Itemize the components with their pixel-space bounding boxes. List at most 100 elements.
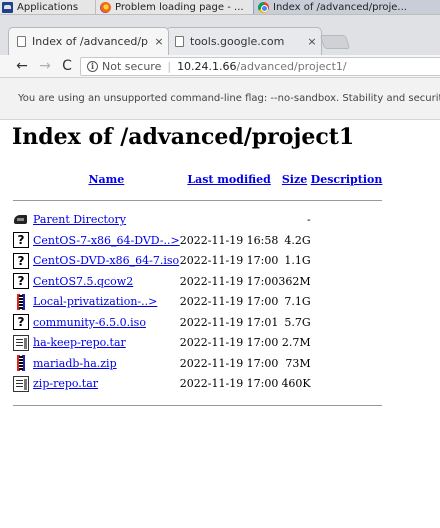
file-link[interactable]: Parent Directory <box>33 213 126 226</box>
file-link[interactable]: community-6.5.0.iso <box>33 316 146 329</box>
url-host: 10.24.1.66 <box>177 60 237 73</box>
file-link[interactable]: zip-repo.tar <box>33 377 98 390</box>
text-file-icon <box>13 375 29 392</box>
row-description <box>311 374 383 395</box>
row-icon-cell <box>13 333 33 354</box>
directory-listing-table: Name Last modified Size Description Pare… <box>13 169 383 415</box>
row-description <box>311 292 383 313</box>
table-header-row: Name Last modified Size Description <box>13 169 382 189</box>
text-file-icon <box>13 334 29 351</box>
row-size: 4.2G <box>284 233 311 247</box>
row-name-cell: zip-repo.tar <box>33 374 180 395</box>
tab-tools-google[interactable]: tools.google.com × <box>166 27 322 55</box>
unknown-file-icon: ? <box>13 314 29 331</box>
file-link[interactable]: Local-privatization-..> <box>33 295 157 308</box>
table-row: mariadb-ha.zip 2022-11-19 17:00 73M <box>13 353 382 374</box>
table-row: zip-repo.tar 2022-11-19 17:00 460K <box>13 374 382 395</box>
row-size: 460K <box>281 377 311 391</box>
row-icon-cell <box>13 374 33 395</box>
info-icon[interactable]: i <box>87 61 98 72</box>
sort-by-name-link[interactable]: Name <box>88 173 124 186</box>
row-size: 5.7G <box>284 315 311 329</box>
back-button[interactable]: ← <box>13 57 31 75</box>
row-icon-cell <box>13 292 33 313</box>
icon-column-header <box>13 169 33 189</box>
row-modified <box>180 210 279 231</box>
taskbar-window-chrome[interactable]: Index of /advanced/proje... <box>253 0 440 14</box>
row-description <box>311 230 383 251</box>
applications-icon <box>2 1 13 13</box>
file-link[interactable]: mariadb-ha.zip <box>33 357 117 370</box>
chrome-icon <box>258 1 269 13</box>
applications-menu[interactable]: Applications <box>2 0 90 14</box>
forward-button[interactable]: → <box>36 57 54 75</box>
row-size: 7.1G <box>284 295 311 309</box>
row-description <box>311 210 383 231</box>
tab-index-of-project1[interactable]: Index of /advanced/p × <box>8 27 169 55</box>
compressed-file-icon <box>13 293 29 310</box>
table-row: ? community-6.5.0.iso 2022-11-19 17:01 5.7G <box>13 312 382 333</box>
row-modified: 2022-11-19 17:00 <box>179 274 279 288</box>
table-divider <box>13 189 383 210</box>
table-divider <box>13 394 383 415</box>
row-modified: 2022-11-19 16:58 <box>179 233 279 247</box>
row-description <box>311 333 383 354</box>
row-icon-cell: ? <box>13 251 33 272</box>
sort-by-modified-link[interactable]: Last modified <box>187 173 271 186</box>
tab-title: tools.google.com <box>190 35 285 48</box>
unknown-file-icon: ? <box>13 232 29 249</box>
row-size: 73M <box>285 356 311 370</box>
row-size: 2.7M <box>281 336 311 350</box>
browser-tab-strip: Index of /advanced/p × tools.google.com … <box>0 15 440 55</box>
address-bar[interactable]: i Not secure | 10.24.1.66 /advanced/proj… <box>80 57 440 76</box>
row-description <box>311 353 383 374</box>
url-path: /advanced/project1/ <box>236 60 347 73</box>
row-name-cell: CentOS-7-x86_64-DVD-..> <box>33 230 180 251</box>
applications-label: Applications <box>17 1 79 13</box>
close-icon[interactable]: × <box>150 35 168 48</box>
compressed-file-icon <box>13 355 29 372</box>
row-name-cell: mariadb-ha.zip <box>33 353 180 374</box>
file-link[interactable]: ha-keep-repo.tar <box>33 336 126 349</box>
page-content: Index of /advanced/project1 Name Last mo… <box>0 121 440 528</box>
row-description <box>311 251 383 272</box>
modified-column-header: Last modified <box>180 169 279 189</box>
row-description <box>311 312 383 333</box>
reload-button[interactable]: C <box>58 57 76 75</box>
taskbar-window-firefox[interactable]: Problem loading page - ... <box>95 0 250 14</box>
size-column-header: Size <box>278 169 310 189</box>
row-description <box>311 271 383 292</box>
row-icon-cell <box>13 210 33 231</box>
row-name-cell: CentOS7.5.qcow2 <box>33 271 180 292</box>
row-name-cell: Local-privatization-..> <box>33 292 180 313</box>
row-modified: 2022-11-19 17:00 <box>179 336 279 350</box>
row-name-cell: Parent Directory <box>33 210 180 231</box>
row-icon-cell <box>13 353 33 374</box>
file-link[interactable]: CentOS-DVD-x86_64-7.iso <box>33 254 179 267</box>
row-icon-cell: ? <box>13 230 33 251</box>
table-row: Parent Directory - <box>13 210 382 231</box>
table-row: ha-keep-repo.tar 2022-11-19 17:00 2.7M <box>13 333 382 354</box>
new-tab-button[interactable] <box>319 35 351 49</box>
security-label[interactable]: Not secure <box>102 60 161 73</box>
unknown-file-icon: ? <box>13 252 29 269</box>
address-separator: | <box>167 60 172 73</box>
taskbar-window-chrome-label: Index of /advanced/proje... <box>273 1 407 13</box>
row-icon-cell: ? <box>13 312 33 333</box>
description-column-header: Description <box>311 169 383 189</box>
sort-by-size-link[interactable]: Size <box>282 173 307 186</box>
file-link[interactable]: CentOS7.5.qcow2 <box>33 275 133 288</box>
row-size: 1.1G <box>284 254 311 268</box>
table-row: ? CentOS-7-x86_64-DVD-..> 2022-11-19 16:58… <box>13 230 382 251</box>
row-icon-cell: ? <box>13 271 33 292</box>
row-modified: 2022-11-19 17:00 <box>179 377 279 391</box>
row-name-cell: CentOS-DVD-x86_64-7.iso <box>33 251 180 272</box>
infobar-message: You are using an unsupported command-lin… <box>18 93 440 104</box>
file-link[interactable]: CentOS-7-x86_64-DVD-..> <box>33 234 180 247</box>
table-row: ? CentOS-DVD-x86_64-7.iso 2022-11-19 17:00… <box>13 251 382 272</box>
sort-by-description-link[interactable]: Description <box>311 173 383 186</box>
row-modified: 2022-11-19 17:01 <box>179 315 279 329</box>
close-icon[interactable]: × <box>303 35 321 48</box>
page-title: Index of /advanced/project1 <box>12 124 355 150</box>
row-size: - <box>306 213 311 227</box>
